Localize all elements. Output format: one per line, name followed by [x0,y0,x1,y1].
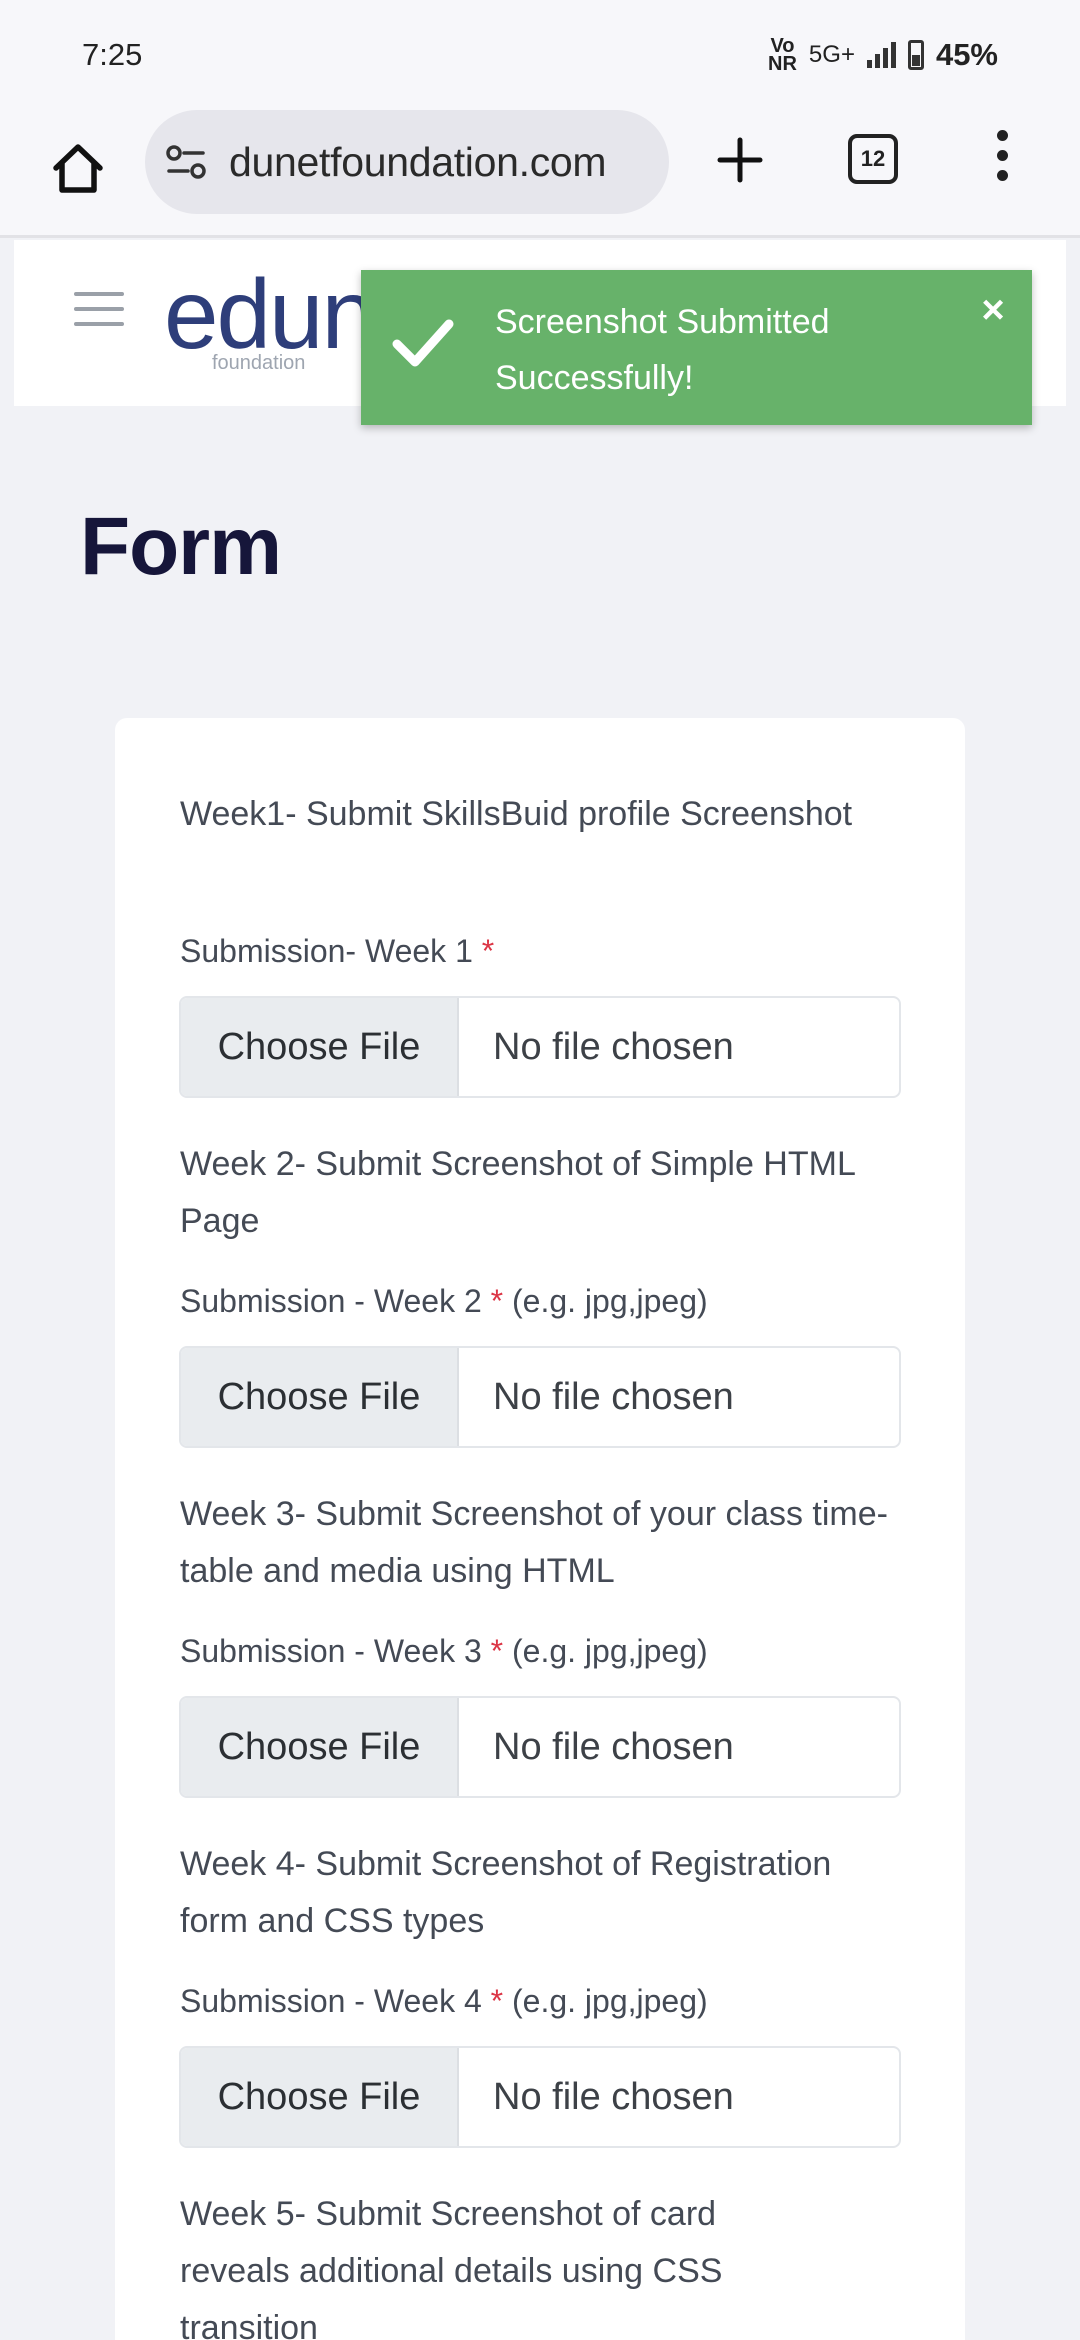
battery-level: 45% [935,37,998,72]
volte-icon: Vo NR [768,36,797,75]
browser-toolbar: dunetfoundation.com 12 [0,110,1080,238]
file-status: No file chosen [493,1725,734,1768]
address-bar[interactable]: dunetfoundation.com [145,110,669,214]
choose-file-button[interactable]: Choose File [181,998,459,1096]
success-toast: Screenshot Submitted Successfully! × [361,270,1032,425]
submission-label-week-1: Submission- Week 1 * [180,933,494,970]
question-description-week-4: Week 4- Submit Screenshot of Registratio… [180,1845,832,1940]
choose-file-button[interactable]: Choose File [181,2048,459,2146]
file-type-hint: (e.g. jpg,jpeg) [511,1983,708,2019]
file-input-week-2[interactable]: Choose File No file chosen [179,1346,901,1448]
tab-count: 12 [860,146,886,171]
home-icon[interactable] [48,138,108,198]
status-icons: Vo NR 5G+ 45% [768,36,998,75]
file-input-week-4[interactable]: Choose File No file chosen [179,2046,901,2148]
file-type-hint: (e.g. jpg,jpeg) [511,1633,708,1669]
choose-file-button[interactable]: Choose File [181,1698,459,1796]
site-settings-icon[interactable] [165,144,207,180]
status-time: 7:25 [82,37,143,72]
required-marker: * [481,933,495,969]
toast-message: Screenshot Submitted Successfully! [495,294,915,406]
toast-line-1: Screenshot Submitted [495,303,830,341]
question-description-week-1: Week1- Submit SkillsBuid profile Screens… [180,795,853,833]
required-marker: * [490,1283,504,1319]
page-title: Form [80,501,282,592]
url-text: dunetfoundation.com [229,138,607,185]
submission-label-week-4: Submission - Week 4 * (e.g. jpg,jpeg) [180,1983,708,2020]
required-marker: * [490,1983,504,2019]
status-bar: 7:25 Vo NR 5G+ 45% [0,0,1080,110]
check-icon [392,319,454,367]
close-icon[interactable]: × [973,290,1013,330]
question-description-week-5: Week 5- Submit Screenshot of card reveal… [180,2195,723,2340]
file-status: No file chosen [493,2075,734,2118]
hamburger-menu-icon[interactable] [74,292,124,328]
submission-label-week-2: Submission - Week 2 * (e.g. jpg,jpeg) [180,1283,708,1320]
file-status: No file chosen [493,1375,734,1418]
more-menu-icon[interactable] [990,130,1014,194]
logo-subtext: foundation [212,352,306,374]
question-description-week-3: Week 3- Submit Screenshot of your class … [180,1495,888,1590]
file-status: No file chosen [493,1025,734,1068]
form-card: Week1- Submit SkillsBuid profile Screens… [115,718,965,2340]
file-type-hint: (e.g. jpg,jpeg) [511,1283,708,1319]
new-tab-icon[interactable] [712,132,768,188]
toast-line-2: Successfully! [495,359,694,397]
required-marker: * [490,1633,504,1669]
question-description-week-2: Week 2- Submit Screenshot of Simple HTML… [180,1145,855,1240]
label-text: Submission - Week 3 [180,1633,482,1669]
battery-icon [907,40,924,70]
choose-file-button[interactable]: Choose File [181,1348,459,1446]
signal-icon [866,42,896,68]
network-type: 5G+ [808,41,855,68]
label-text: Submission- Week 1 [180,933,473,969]
submission-label-week-3: Submission - Week 3 * (e.g. jpg,jpeg) [180,1633,708,1670]
tab-switcher-button[interactable]: 12 [848,134,898,184]
volte-bottom: NR [768,53,797,75]
label-text: Submission - Week 2 [180,1283,482,1319]
file-input-week-1[interactable]: Choose File No file chosen [179,996,901,1098]
label-text: Submission - Week 4 [180,1983,482,2019]
file-input-week-3[interactable]: Choose File No file chosen [179,1696,901,1798]
